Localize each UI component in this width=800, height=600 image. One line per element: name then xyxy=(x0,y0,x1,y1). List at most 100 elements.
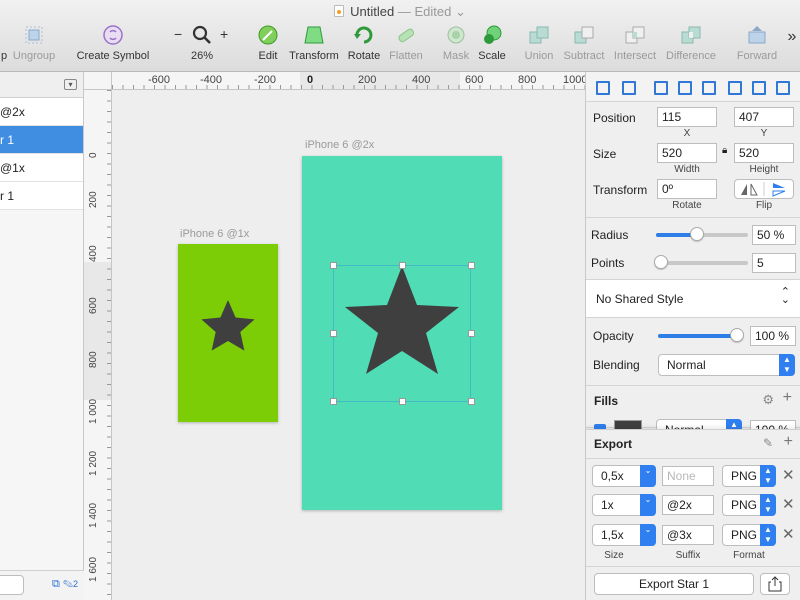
edited-status[interactable]: — Edited ⌄ xyxy=(398,4,466,19)
horizontal-ruler[interactable]: -600 -400 -200 0 200 400 600 800 1000 xyxy=(112,72,585,90)
ruler-label: -400 xyxy=(200,74,223,86)
remove-export-icon[interactable]: ✕ xyxy=(782,495,795,513)
toolbar-overflow-button[interactable]: » xyxy=(784,28,800,72)
symbols-icon[interactable]: ⧉ xyxy=(52,578,60,590)
ungroup-icon xyxy=(23,24,45,46)
opacity-slider[interactable] xyxy=(658,328,744,342)
resize-handle[interactable] xyxy=(330,398,337,405)
ruler-corner xyxy=(84,72,112,90)
export-size-select[interactable]: 1,5x ⌄ xyxy=(592,524,656,546)
resize-handle[interactable] xyxy=(468,398,475,405)
create-symbol-button[interactable]: Create Symbol xyxy=(72,24,154,68)
resize-handle[interactable] xyxy=(330,330,337,337)
position-x-field[interactable]: 115 xyxy=(657,107,717,127)
resize-handle[interactable] xyxy=(468,262,475,269)
scale-button[interactable]: Scale xyxy=(474,24,510,68)
export-format-select[interactable]: PNG ▲ ▼ xyxy=(722,524,776,546)
height-field[interactable]: 520 xyxy=(734,143,794,163)
layer-row-star-selected[interactable]: r 1 xyxy=(0,126,83,154)
layer-row-artboard-2x[interactable]: @2x xyxy=(0,98,83,126)
ruler-label: 800 xyxy=(518,74,537,86)
edit-button[interactable]: Edit xyxy=(250,24,286,68)
align-left-icon[interactable] xyxy=(652,79,668,95)
artboard-label[interactable]: iPhone 6 @1x xyxy=(180,228,249,240)
slider-knob[interactable] xyxy=(654,255,668,269)
share-button[interactable] xyxy=(760,573,790,595)
forward-button[interactable]: Forward xyxy=(730,24,784,68)
canvas[interactable]: iPhone 6 @1x iPhone 6 @2x xyxy=(112,90,585,600)
flip-horizontal-icon[interactable] xyxy=(741,183,758,196)
rotate-button[interactable]: Rotate xyxy=(344,24,384,68)
position-y-field[interactable]: 407 xyxy=(734,107,794,127)
export-format-select[interactable]: PNG ▲ ▼ xyxy=(722,494,776,516)
distribute-vertical-icon[interactable] xyxy=(620,79,636,95)
opacity-field[interactable]: 100 % xyxy=(750,326,796,346)
width-field[interactable]: 520 xyxy=(657,143,717,163)
resize-handle[interactable] xyxy=(468,330,475,337)
export-size-select[interactable]: 1x ⌄ xyxy=(592,494,656,516)
points-slider[interactable] xyxy=(654,255,748,269)
align-top-icon[interactable] xyxy=(726,79,742,95)
zoom-out-icon[interactable]: − xyxy=(174,26,182,42)
layer-row-artboard-1x[interactable]: @1x xyxy=(0,154,83,182)
resize-handle[interactable] xyxy=(399,398,406,405)
blending-select[interactable]: Normal ▲ ▼ xyxy=(658,354,795,376)
alignment-bar xyxy=(586,72,800,102)
align-right-icon[interactable] xyxy=(700,79,716,95)
layer-filter-input[interactable] xyxy=(0,575,24,595)
pencil-icon[interactable]: ✎ xyxy=(63,578,73,590)
star-shape[interactable] xyxy=(178,244,278,422)
export-size-select[interactable]: 0,5x ⌄ xyxy=(592,465,656,487)
gear-icon[interactable]: ⚙ xyxy=(762,392,774,408)
radius-slider[interactable] xyxy=(656,227,748,241)
toolbar-group-partial[interactable]: p xyxy=(0,24,8,68)
flatten-icon xyxy=(395,24,417,46)
add-export-icon[interactable]: + xyxy=(784,433,793,451)
remove-export-icon[interactable]: ✕ xyxy=(782,466,795,484)
subtract-button[interactable]: Subtract xyxy=(560,24,608,68)
selection-bounds xyxy=(333,265,471,402)
zoom-in-icon[interactable]: + xyxy=(220,26,228,42)
shared-style-select[interactable]: No Shared Style ⌃ ⌄ xyxy=(586,280,800,318)
ruler-label: 400 xyxy=(412,74,431,86)
distribute-horizontal-icon[interactable] xyxy=(594,79,610,95)
slider-knob[interactable] xyxy=(690,227,704,241)
mask-button[interactable]: Mask xyxy=(438,24,474,68)
export-suffix-field[interactable]: None xyxy=(662,466,714,486)
artboard-iphone-1x[interactable] xyxy=(178,244,278,422)
flip-vertical-icon[interactable] xyxy=(772,183,786,197)
layer-row-star[interactable]: r 1 xyxy=(0,182,83,210)
vertical-ruler[interactable]: 0 200 400 600 800 1 000 1 200 1 400 1 60… xyxy=(84,90,112,600)
points-field[interactable]: 5 xyxy=(752,253,796,273)
align-middle-icon[interactable] xyxy=(750,79,766,95)
collapse-icon[interactable]: ▾ xyxy=(64,79,77,90)
transform-button[interactable]: Transform xyxy=(286,24,342,68)
ruler-label: -600 xyxy=(148,74,171,86)
difference-button[interactable]: Difference xyxy=(662,24,720,68)
chevron-updown-icon: ⌃ ⌄ xyxy=(780,286,790,306)
radius-field[interactable]: 50 % xyxy=(752,225,796,245)
scale-icon xyxy=(481,24,503,46)
artboard-label[interactable]: iPhone 6 @2x xyxy=(305,139,374,151)
flatten-button[interactable]: Flatten xyxy=(386,24,426,68)
export-suffix-field[interactable]: @2x xyxy=(662,495,714,515)
export-suffix-field[interactable]: @3x xyxy=(662,525,714,545)
union-button[interactable]: Union xyxy=(520,24,558,68)
resize-handle[interactable] xyxy=(330,262,337,269)
slider-knob[interactable] xyxy=(730,328,744,342)
ungroup-button[interactable]: Ungroup xyxy=(8,24,60,68)
export-button[interactable]: Export Star 1 xyxy=(594,573,754,595)
export-format-select[interactable]: PNG ▲ ▼ xyxy=(722,465,776,487)
slice-icon[interactable]: ✎ xyxy=(763,436,773,450)
layers-footer: ⧉ ✎2 xyxy=(0,570,84,600)
rotate-field[interactable]: 0º xyxy=(657,179,717,199)
remove-export-icon[interactable]: ✕ xyxy=(782,525,795,543)
resize-handle[interactable] xyxy=(399,262,406,269)
zoom-control[interactable]: − + 26% xyxy=(170,24,234,68)
forward-icon xyxy=(746,24,768,46)
align-center-icon[interactable] xyxy=(676,79,692,95)
intersect-button[interactable]: Intersect xyxy=(610,24,660,68)
lock-icon[interactable]: 🔒︎ xyxy=(722,145,727,156)
add-fill-icon[interactable]: + xyxy=(783,389,792,407)
align-bottom-icon[interactable] xyxy=(774,79,790,95)
